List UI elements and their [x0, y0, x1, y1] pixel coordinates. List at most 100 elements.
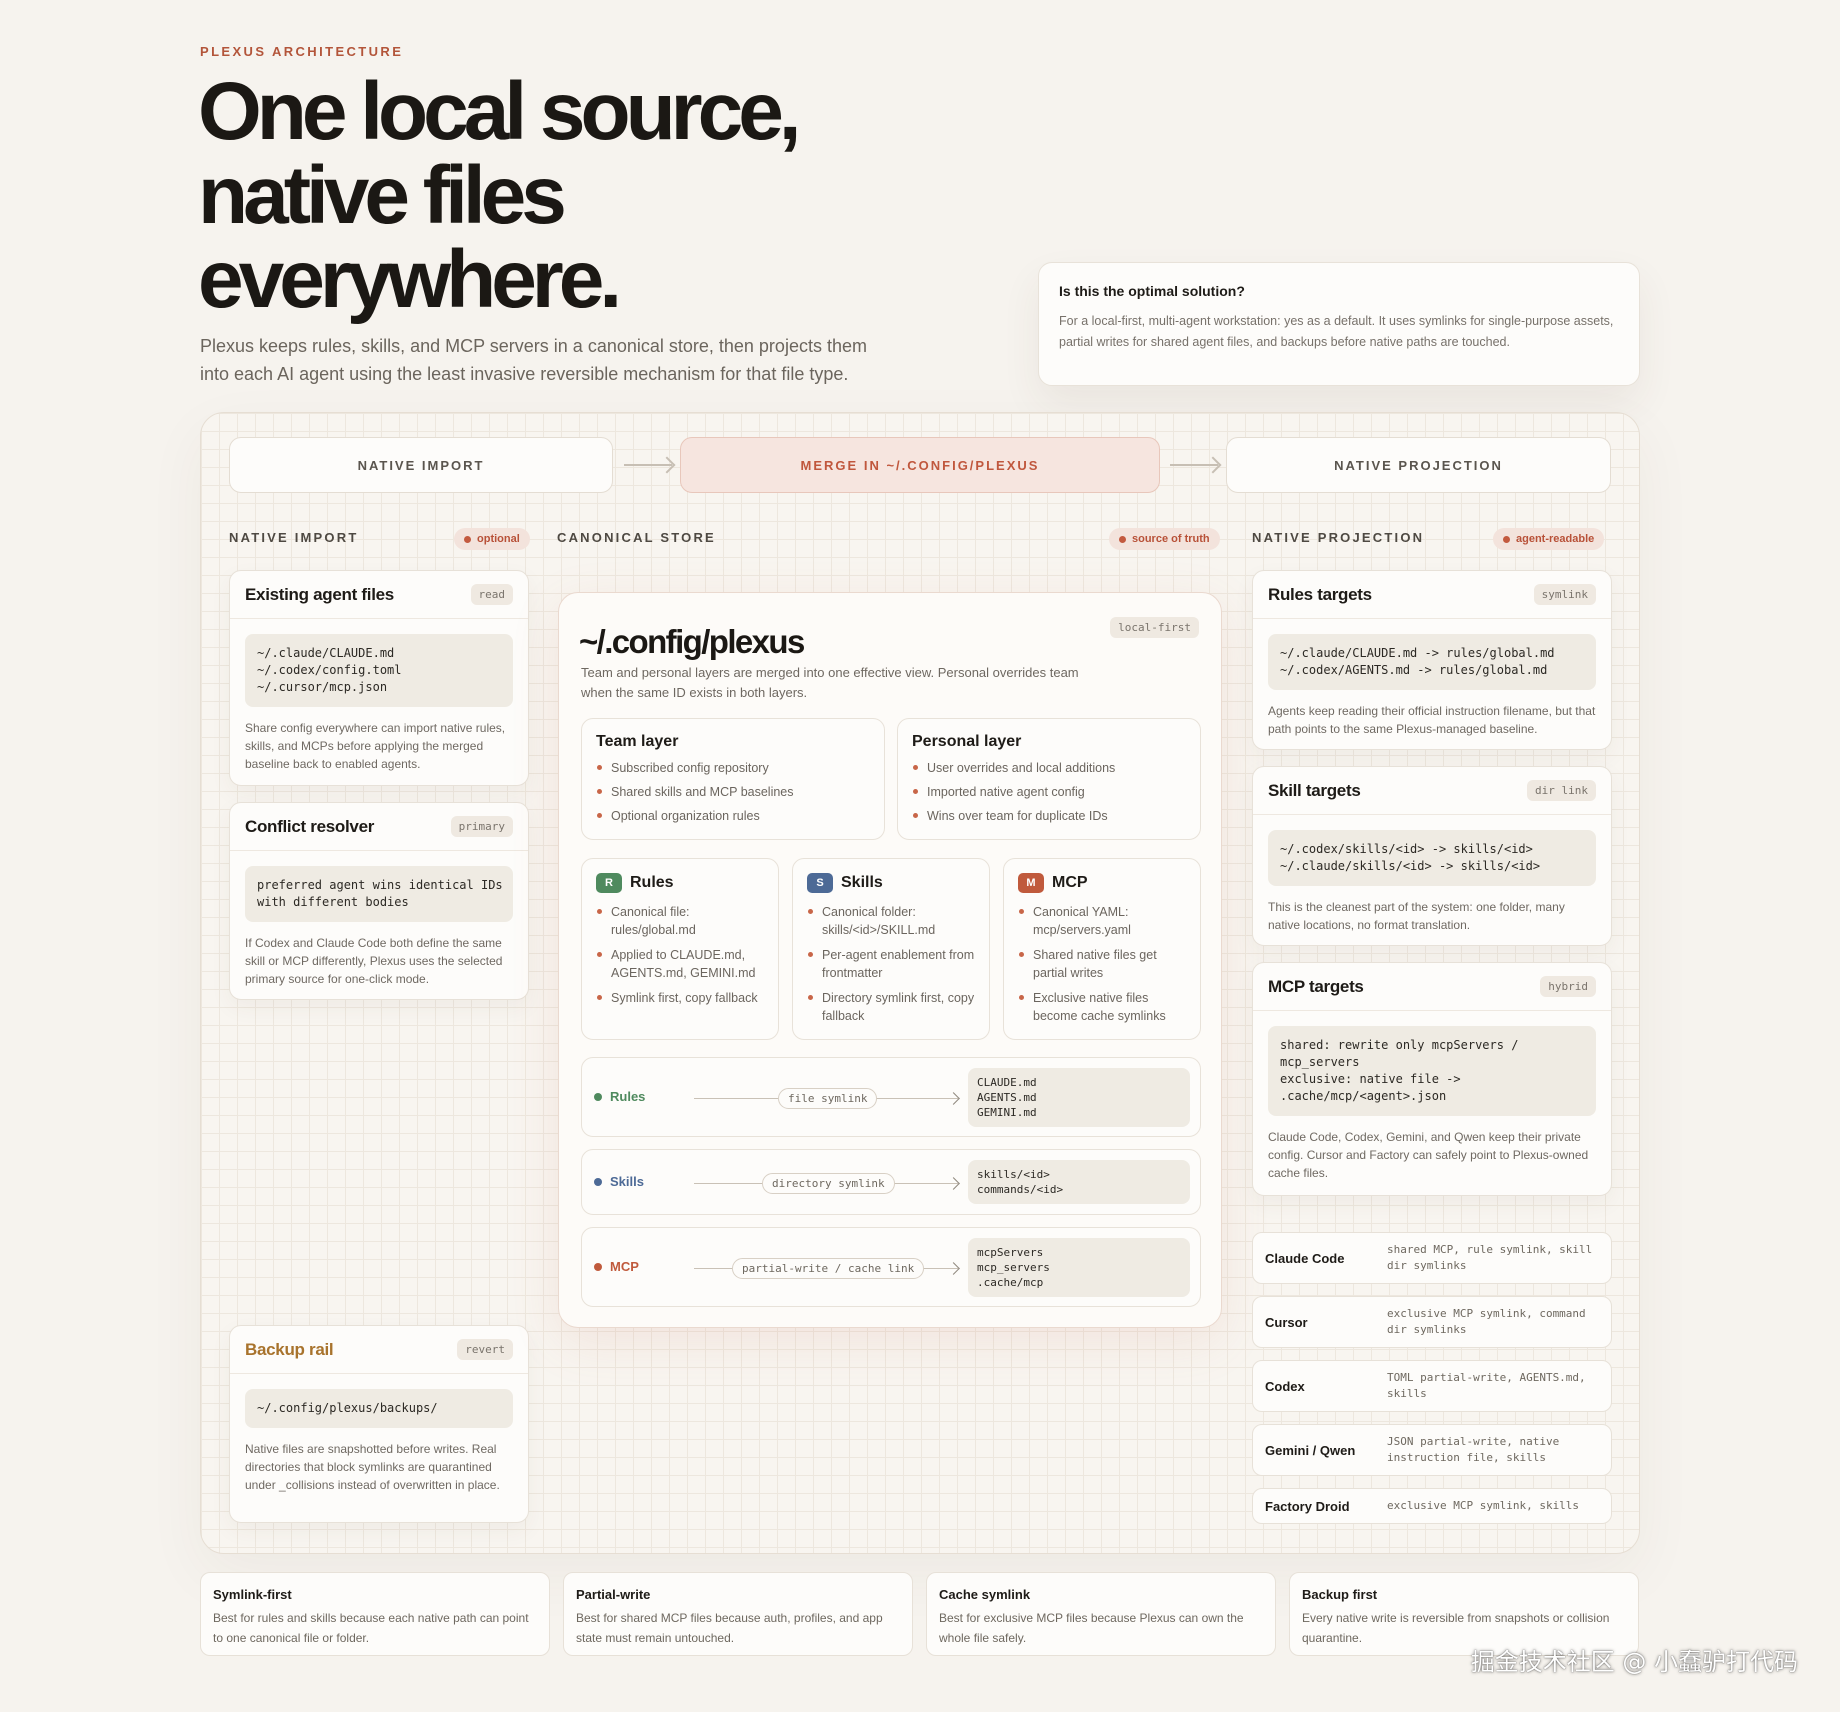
list-item: Directory symlink first, copy fallback: [807, 989, 975, 1025]
strategy-title: Backup first: [1302, 1587, 1378, 1602]
flow-targets: mcpServers mcp_servers .cache/mcp: [968, 1238, 1190, 1297]
asset-list: Canonical folder: skills/<id>/SKILL.md P…: [807, 903, 975, 1025]
agent-row-gemini-qwen: Gemini / Qwen JSON partial-write, native…: [1252, 1424, 1612, 1476]
column-header-store: CANONICAL STORE: [557, 530, 716, 545]
agent-name: Cursor: [1265, 1314, 1308, 1330]
card-header: Conflict resolver primary: [230, 803, 528, 851]
layer-title: Team layer: [596, 733, 679, 750]
list-item: Per-agent enablement from frontmatter: [807, 946, 975, 982]
card-note: Share config everywhere can import nativ…: [245, 721, 506, 771]
existing-agent-files-card: Existing agent files read ~/.claude/CLAU…: [229, 570, 529, 786]
column-header-projection: NATIVE PROJECTION: [1252, 530, 1425, 545]
asset-header: S Skills: [807, 873, 975, 893]
rules-flow: Rules file symlink CLAUDE.md AGENTS.md G…: [581, 1057, 1201, 1137]
store-subtitle: Team and personal layers are merged into…: [581, 665, 1079, 700]
card-body: ~/.config/plexus/backups/ Native files a…: [230, 1374, 528, 1494]
conflict-resolver-card: Conflict resolver primary preferred agen…: [229, 802, 529, 1000]
stage-native-projection: NATIVE PROJECTION: [1226, 437, 1611, 493]
asset-list: Canonical file: rules/global.md Applied …: [596, 903, 764, 1007]
list-item: Shared skills and MCP baselines: [596, 783, 870, 801]
eyebrow: PLEXUS ARCHITECTURE: [200, 44, 404, 59]
card-tag: primary: [450, 816, 513, 837]
optimal-callout: Is this the optimal solution? For a loca…: [1038, 262, 1640, 386]
asset-list: Canonical YAML: mcp/servers.yaml Shared …: [1018, 903, 1186, 1025]
rules-targets-card: Rules targets symlink ~/.claude/CLAUDE.m…: [1252, 570, 1612, 750]
strategy-card-partial-write: Partial-write Best for shared MCP files …: [563, 1572, 913, 1656]
list-item: Symlink first, copy fallback: [596, 989, 764, 1007]
rules-badge-icon: R: [596, 873, 622, 893]
mcp-asset-card: M MCP Canonical YAML: mcp/servers.yaml S…: [1003, 858, 1201, 1040]
stage-arrow-2: [1170, 464, 1218, 466]
pill-label: agent-readable: [1516, 533, 1595, 545]
personal-layer-card: Personal layer User overrides and local …: [897, 718, 1201, 840]
skill-targets-card: Skill targets dir link ~/.codex/skills/<…: [1252, 766, 1612, 946]
agent-name: Gemini / Qwen: [1265, 1442, 1356, 1458]
pill-label: optional: [477, 533, 520, 545]
mcp-badge-icon: M: [1018, 873, 1044, 893]
list-item: Wins over team for duplicate IDs: [912, 807, 1186, 825]
agent-row-claude-code: Claude Code shared MCP, rule symlink, sk…: [1252, 1232, 1612, 1284]
asset-header: R Rules: [596, 873, 764, 893]
strategy-title: Cache symlink: [939, 1587, 1031, 1602]
pill-dot: [464, 535, 471, 543]
flow-label: MCP: [594, 1259, 639, 1274]
strategy-body: Best for exclusive MCP files because Ple…: [939, 1611, 1244, 1645]
flow-dot: [594, 1092, 602, 1101]
card-header: Skill targets dir link: [1253, 767, 1611, 815]
rules-asset-card: R Rules Canonical file: rules/global.md …: [581, 858, 779, 1040]
mcp-flow: MCP partial-write / cache link mcpServer…: [581, 1227, 1201, 1307]
pill-label: source of truth: [1132, 533, 1210, 545]
list-item: User overrides and local additions: [912, 759, 1186, 777]
card-title: MCP targets: [1268, 976, 1364, 996]
pill-dot: [1119, 535, 1126, 543]
code-block: ~/.claude/CLAUDE.md -> rules/global.md ~…: [1268, 634, 1596, 690]
list-item: Canonical YAML: mcp/servers.yaml: [1018, 903, 1186, 939]
pill-optional: optional: [454, 528, 530, 550]
card-header: Existing agent files read: [230, 571, 528, 619]
flow-dot: [594, 1177, 602, 1186]
asset-header: M MCP: [1018, 873, 1186, 893]
strategy-body: Best for shared MCP files because auth, …: [576, 1611, 883, 1645]
agent-description: exclusive MCP symlink, skills: [1387, 1499, 1580, 1512]
agent-description: exclusive MCP symlink, command dir symli…: [1387, 1307, 1593, 1336]
agent-row-codex: Codex TOML partial-write, AGENTS.md, ski…: [1252, 1360, 1612, 1412]
callout-title: Is this the optimal solution?: [1059, 283, 1245, 299]
flow-targets: skills/<id> commands/<id>: [968, 1160, 1190, 1204]
card-tag: hybrid: [1540, 976, 1596, 997]
flow-name: Rules: [610, 1089, 646, 1104]
pill-dot: [1503, 535, 1510, 543]
card-body: ~/.claude/CLAUDE.md -> rules/global.md ~…: [1253, 619, 1611, 738]
strategy-card-symlink-first: Symlink-first Best for rules and skills …: [200, 1572, 550, 1656]
agent-row-cursor: Cursor exclusive MCP symlink, command di…: [1252, 1296, 1612, 1348]
flow-label: Skills: [594, 1174, 644, 1189]
list-item: Optional organization rules: [596, 807, 870, 825]
stage-native-import: NATIVE IMPORT: [229, 437, 613, 493]
card-body: ~/.claude/CLAUDE.md ~/.codex/config.toml…: [230, 619, 528, 773]
agent-row-factory-droid: Factory Droid exclusive MCP symlink, ski…: [1252, 1488, 1612, 1524]
title-line-2: native files: [198, 150, 567, 241]
card-tag: revert: [457, 1339, 513, 1360]
list-item: Canonical file: rules/global.md: [596, 903, 764, 939]
card-note: If Codex and Claude Code both define the…: [245, 936, 503, 986]
asset-title: MCP: [1052, 874, 1088, 891]
mcp-targets-card: MCP targets hybrid shared: rewrite only …: [1252, 962, 1612, 1196]
team-layer-card: Team layer Subscribed config repository …: [581, 718, 885, 840]
store-tag: local-first: [1110, 617, 1199, 638]
watermark: 掘金技术社区 @ 小蠢驴打代码: [1470, 1648, 1798, 1676]
flow-method-chip: directory symlink: [762, 1173, 895, 1194]
skills-flow: Skills directory symlink skills/<id> com…: [581, 1149, 1201, 1215]
agent-description: JSON partial-write, native instruction f…: [1387, 1435, 1566, 1464]
layer-list: Subscribed config repository Shared skil…: [596, 759, 870, 825]
agent-name: Factory Droid: [1265, 1498, 1350, 1514]
agent-description: shared MCP, rule symlink, skill dir syml…: [1387, 1243, 1599, 1272]
layer-title: Personal layer: [912, 733, 1022, 750]
agent-name: Codex: [1265, 1378, 1305, 1394]
card-header: Backup rail revert: [230, 1326, 528, 1374]
flow-name: Skills: [610, 1174, 644, 1189]
card-body: preferred agent wins identical IDs with …: [230, 851, 528, 988]
strategy-title: Symlink-first: [213, 1587, 292, 1602]
code-block: ~/.claude/CLAUDE.md ~/.codex/config.toml…: [245, 634, 513, 707]
card-tag: dir link: [1527, 780, 1596, 801]
flow-method-chip: file symlink: [778, 1088, 878, 1109]
flow-method-chip: partial-write / cache link: [732, 1258, 925, 1279]
